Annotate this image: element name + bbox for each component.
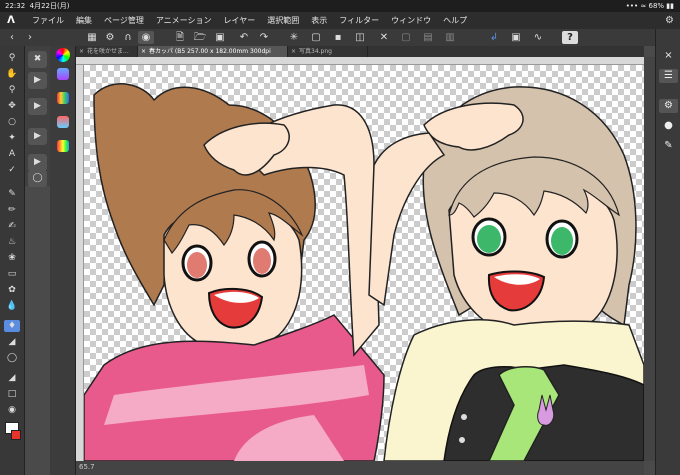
status-time-date: 22:32 4月22日(月)	[5, 2, 70, 10]
balloon-icon[interactable]: ◉	[4, 404, 20, 416]
tab-document-1[interactable]: × 花を咲かせま...	[76, 46, 138, 57]
menu-bar: ᐱ ファイル 編集 ページ管理 アニメーション レイヤー 選択範囲 表示 フィル…	[0, 12, 680, 29]
save-icon[interactable]: ▣	[212, 31, 228, 44]
select-none-icon[interactable]: ▢	[398, 31, 414, 44]
figure-icon[interactable]: ◯	[4, 352, 20, 364]
color-set-icon[interactable]	[57, 92, 69, 104]
ruler-snap-icon[interactable]: ◉	[138, 31, 154, 44]
layers-icon[interactable]: ☰	[659, 69, 678, 83]
tool-palette: ⚲ ✋ ⚲ ✥ ○ ✦ A ✓ ✎ ✏ ✍ ♨ ❀ ▭ ✿ 💧 ♦ ◢ ◯ ◢ …	[0, 46, 25, 475]
fill-tool-icon[interactable]: ♦	[4, 320, 20, 332]
magnifier-icon[interactable]: ⚲	[4, 84, 20, 96]
auto-select-icon[interactable]: ✦	[4, 132, 20, 144]
status-battery: ••• ≈ 68% ▮▮	[625, 2, 674, 10]
drawing-canvas[interactable]	[84, 65, 644, 461]
menu-filter[interactable]: フィルター	[333, 12, 385, 29]
ruler-icon[interactable]: ◢	[4, 372, 20, 384]
select-invert-icon[interactable]: ▤	[420, 31, 436, 44]
undo-icon[interactable]: ↶	[236, 31, 252, 44]
move-icon[interactable]: ✥	[4, 100, 20, 112]
blend-icon[interactable]: ✿	[4, 284, 20, 296]
sparkle-icon[interactable]: ✳	[286, 31, 302, 44]
eyedropper-icon[interactable]: ✓	[4, 164, 20, 176]
menu-file[interactable]: ファイル	[26, 12, 70, 29]
transform-icon[interactable]: ▣	[508, 31, 524, 44]
open-folder-icon[interactable]: 🗁	[192, 31, 208, 44]
menu-edit[interactable]: 編集	[70, 12, 98, 29]
intermediate-color-icon[interactable]	[57, 116, 69, 128]
sub-tool-6-icon[interactable]: ◯	[28, 170, 47, 187]
illustration	[84, 83, 644, 461]
brush-size-icon[interactable]: ●	[659, 119, 678, 133]
pen-icon[interactable]: ✎	[659, 139, 678, 153]
airbrush-icon[interactable]: ♨	[4, 236, 20, 248]
color-history-icon[interactable]	[57, 140, 69, 152]
text-tool-icon[interactable]: A	[4, 148, 20, 160]
tab-document-2[interactable]: ×春カッパ (B5 257.00 x 182.00mm 300dpi 65.7%…	[138, 46, 288, 66]
menu-view[interactable]: 表示	[305, 12, 333, 29]
close-icon[interactable]: ×	[659, 49, 678, 63]
battery-icon: ▮▮	[666, 2, 674, 10]
menu-layer[interactable]: レイヤー	[218, 12, 262, 29]
sub-tool-palette: ✖ ▶ ▶ ▶ ▶ ◯	[25, 46, 50, 187]
curve-icon[interactable]: ∿	[530, 31, 546, 44]
command-bar: ‹ › ▦ ⚙ ∩ ◉ 🗎 🗁 ▣ ↶ ↷ ✳ ▢ ▪ ◫ ✕ ▢ ▤ ▥ ↲ …	[0, 29, 680, 46]
menu-window[interactable]: ウィンドウ	[385, 12, 437, 29]
menu-selection[interactable]: 選択範囲	[261, 12, 305, 29]
clip-studio-logo-icon[interactable]: ᐱ	[4, 14, 18, 27]
right-panel-strip: × ☰ ⚙ ● ✎	[655, 29, 680, 475]
document-tab-bar: × 花を咲かせま... × 春カッパ (B5 257.00 x 182.00mm 3…	[76, 46, 644, 66]
ios-status-bar: 22:32 4月22日(月) ••• ≈ 68% ▮▮	[0, 0, 680, 12]
grid-icon[interactable]: ▦	[84, 31, 100, 44]
sub-color-swatch[interactable]	[11, 430, 21, 440]
pencil-icon[interactable]: ✏	[4, 204, 20, 216]
fill-icon[interactable]: ▪	[330, 31, 346, 44]
pen-pressure-icon[interactable]: ↲	[486, 31, 502, 44]
vertical-ruler	[76, 65, 84, 461]
sub-tool-1-icon[interactable]: ✖	[28, 51, 47, 68]
frame-icon[interactable]: □	[4, 388, 20, 400]
adjust-icon[interactable]: ⚙	[102, 31, 118, 44]
brush-icon[interactable]: ✍	[4, 220, 20, 232]
color-palette-strip	[50, 46, 76, 475]
help-icon[interactable]: ?	[562, 31, 578, 44]
magnet-icon[interactable]: ∩	[120, 31, 136, 44]
hand-icon[interactable]: ✋	[4, 68, 20, 80]
gradient-icon[interactable]: ◢	[4, 336, 20, 348]
wifi-icon: ≈	[640, 2, 647, 10]
zoom-icon[interactable]: ⚲	[4, 52, 20, 64]
new-file-icon[interactable]: 🗎	[172, 31, 188, 44]
close-icon[interactable]: ×	[291, 46, 296, 57]
menu-animation[interactable]: アニメーション	[150, 12, 218, 29]
sub-tool-4-icon[interactable]: ▶	[28, 128, 47, 145]
pen-icon[interactable]: ✎	[4, 188, 20, 200]
menu-help[interactable]: ヘルプ	[437, 12, 473, 29]
sub-tool-5-icon[interactable]: ▶	[28, 154, 47, 171]
horizontal-ruler	[76, 57, 644, 65]
chevron-left-icon[interactable]: ‹	[4, 31, 20, 44]
drop-icon[interactable]: 💧	[4, 300, 20, 312]
crop-icon[interactable]: ✕	[376, 31, 392, 44]
color-slider-icon[interactable]	[57, 68, 69, 80]
sub-tool-2-icon[interactable]: ▶	[28, 72, 47, 89]
close-icon[interactable]: ×	[79, 46, 84, 57]
clear-icon[interactable]: ▢	[308, 31, 324, 44]
redo-icon[interactable]: ↷	[256, 31, 272, 44]
eraser-icon[interactable]: ◫	[352, 31, 368, 44]
select-layer-icon[interactable]: ▥	[442, 31, 458, 44]
eraser-tool-icon[interactable]: ▭	[4, 268, 20, 280]
close-icon[interactable]: ×	[141, 46, 146, 57]
zoom-readout: 65.7	[79, 463, 95, 471]
chevron-right-icon[interactable]: ›	[22, 31, 38, 44]
property-icon[interactable]: ⚙	[659, 99, 678, 113]
gear-icon[interactable]: ⚙	[665, 12, 674, 29]
horizontal-scrollbar[interactable]	[76, 461, 644, 475]
sub-tool-3-icon[interactable]: ▶	[28, 98, 47, 115]
lasso-icon[interactable]: ○	[4, 116, 20, 128]
menu-page[interactable]: ページ管理	[98, 12, 150, 29]
tab-document-3[interactable]: × 写真34.png	[288, 46, 368, 57]
color-wheel-icon[interactable]	[56, 48, 70, 62]
vertical-scrollbar[interactable]	[644, 57, 655, 461]
decoration-icon[interactable]: ❀	[4, 252, 20, 264]
